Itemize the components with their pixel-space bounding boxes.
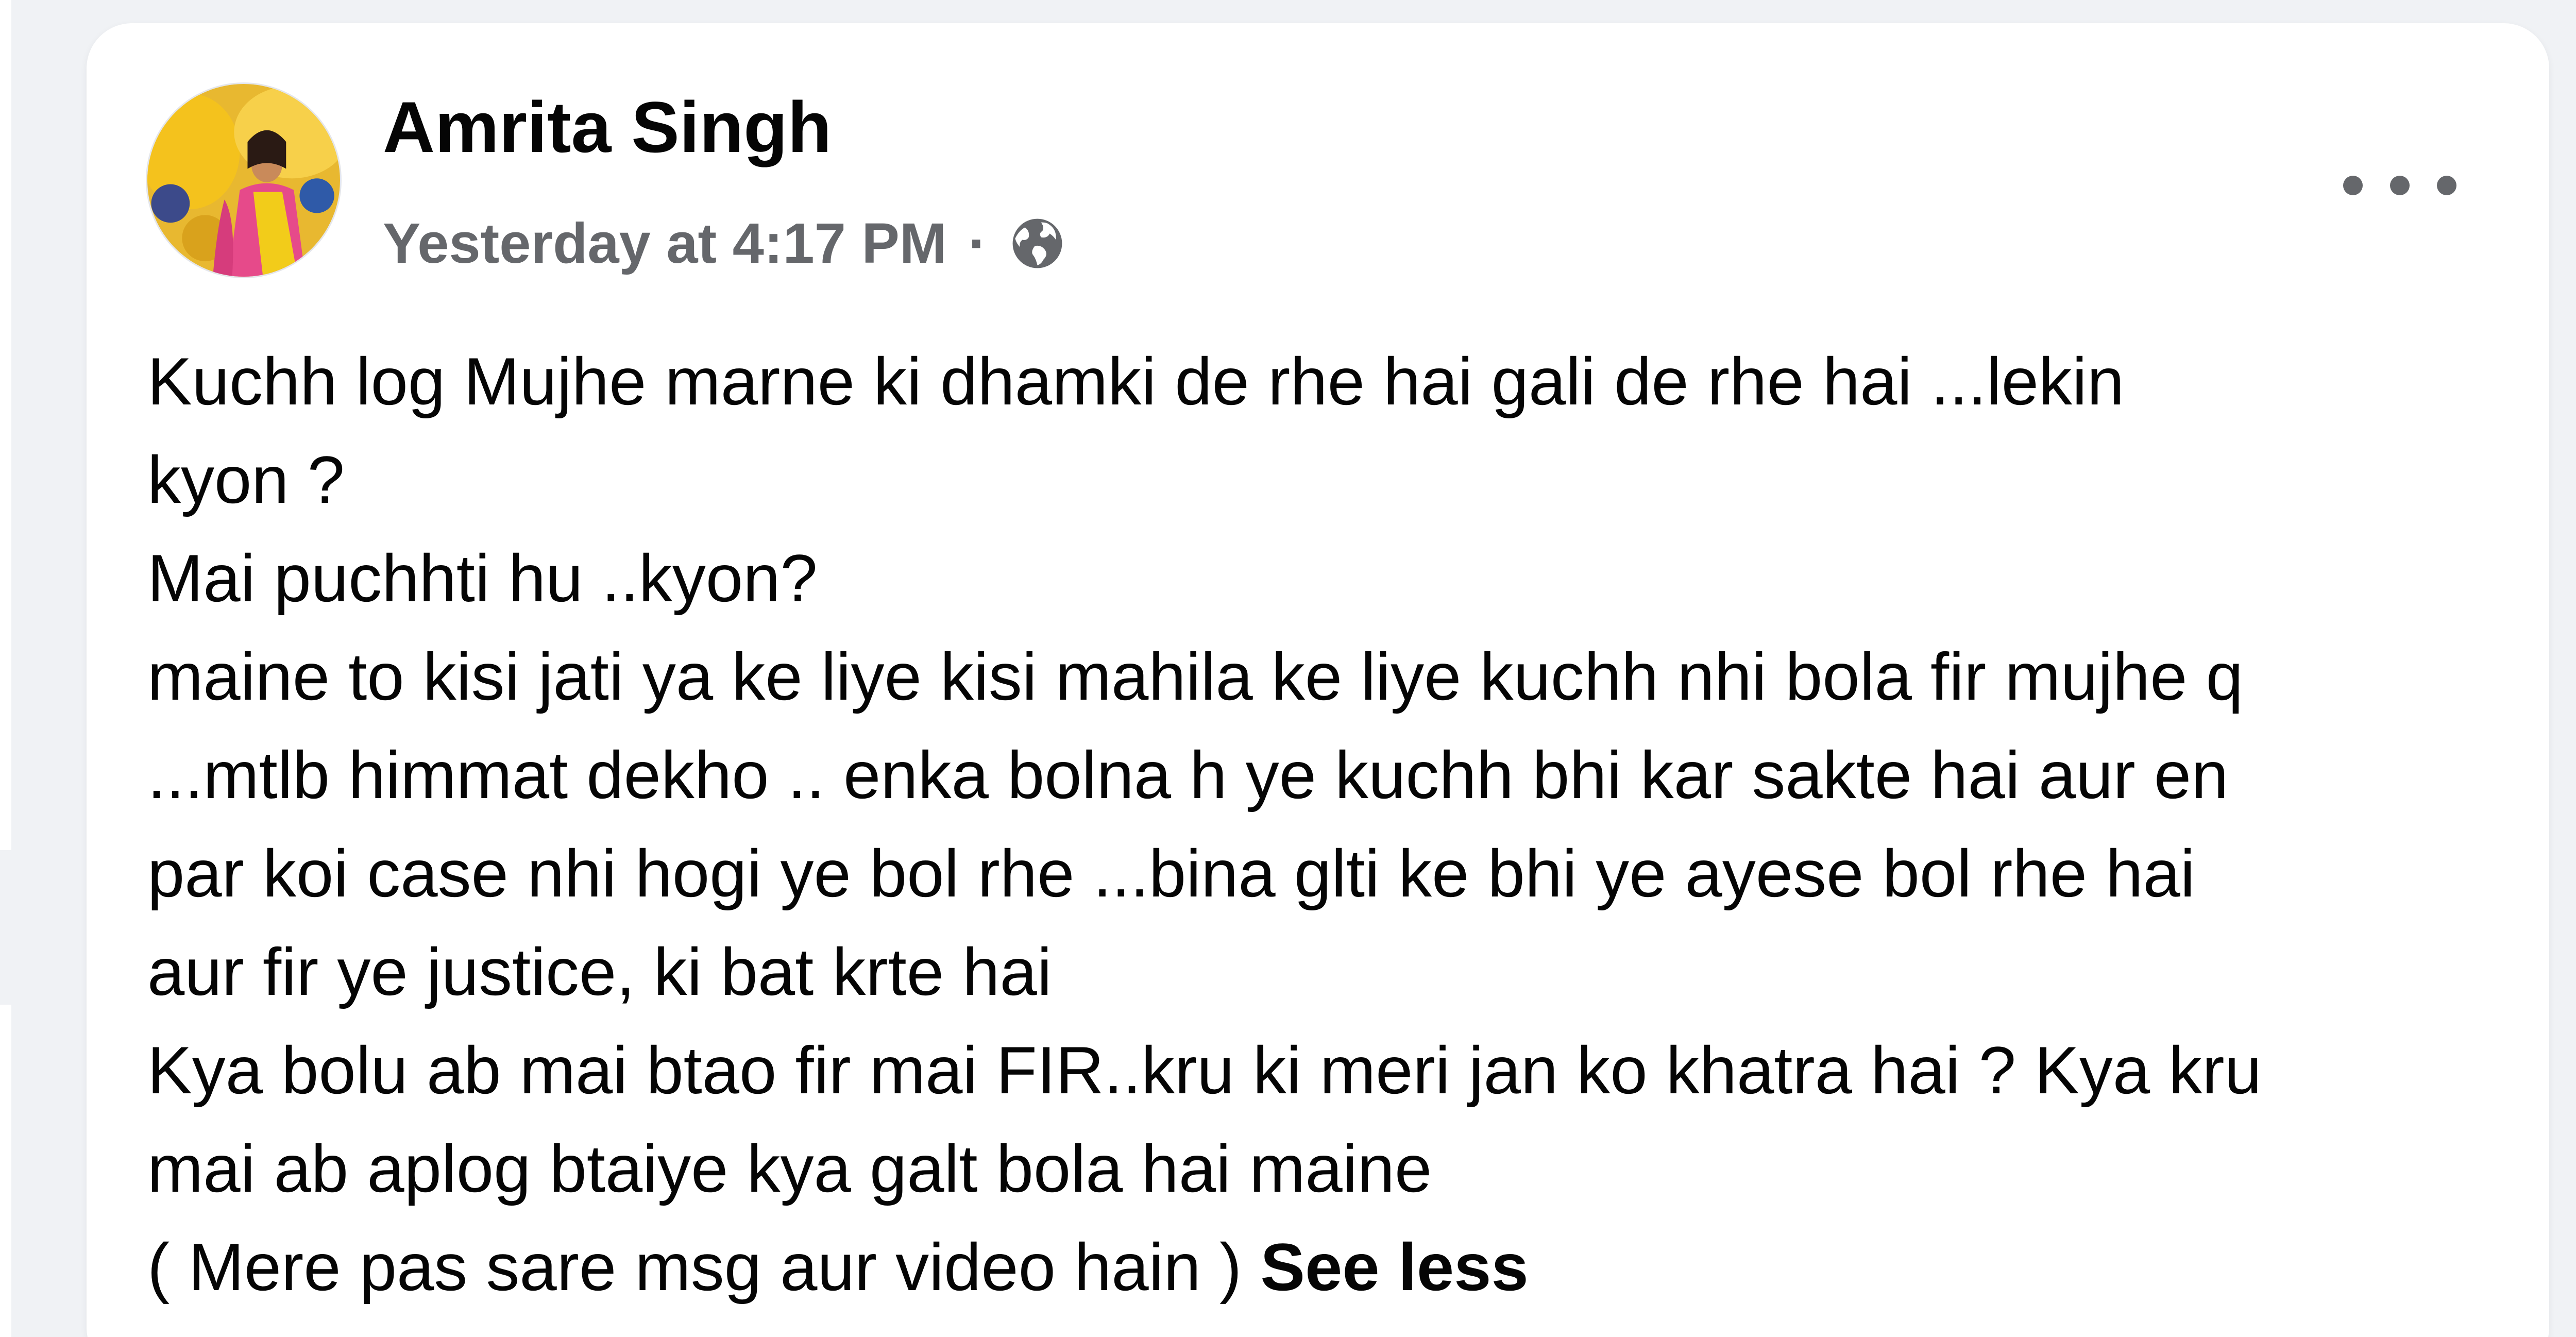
meta-separator: · xyxy=(968,211,988,275)
post-meta: Yesterday at 4:17 PM · xyxy=(383,214,1067,273)
post-text: Kuchh log Mujhe marne ki dhamki de rhe h… xyxy=(147,332,2548,1316)
post-text-last-line: ( Mere pas sare msg aur video hain ) See… xyxy=(147,1218,2548,1316)
more-options-icon[interactable] xyxy=(2343,155,2456,216)
post-text-line: mai ab aplog btaiye kya galt bola hai ma… xyxy=(147,1131,1432,1206)
post-text-line: par koi case nhi hogi ye bol rhe ...bina… xyxy=(147,836,2195,911)
globe-icon[interactable] xyxy=(1008,214,1067,273)
more-dot xyxy=(2343,176,2363,195)
author-name[interactable]: Amrita Singh xyxy=(383,88,832,167)
post-text-line: kyon ? xyxy=(147,442,345,517)
post-timestamp[interactable]: Yesterday at 4:17 PM xyxy=(383,215,946,272)
author-avatar[interactable] xyxy=(146,82,342,278)
post-card: Amrita Singh Yesterday at 4:17 PM · Kuch… xyxy=(87,23,2549,1337)
adjacent-panel-gap xyxy=(0,850,11,1005)
post-text-line: Kuchh log Mujhe marne ki dhamki de rhe h… xyxy=(147,344,2125,419)
adjacent-panel-edge xyxy=(0,0,11,1337)
more-dot xyxy=(2390,176,2410,195)
post-text-line: maine to kisi jati ya ke liye kisi mahil… xyxy=(147,639,2243,714)
post-text-line: ( Mere pas sare msg aur video hain ) xyxy=(147,1229,1261,1305)
more-dot xyxy=(2437,176,2456,195)
post-text-line: ...mtlb himmat dekho .. enka bolna h ye … xyxy=(147,737,2229,813)
see-less-link[interactable]: See less xyxy=(1260,1229,1528,1305)
avatar-photo xyxy=(147,84,340,277)
post-text-line: Mai puchhti hu ..kyon? xyxy=(147,540,818,616)
post-text-line: aur fir ye justice, ki bat krte hai xyxy=(147,934,1052,1009)
post-text-line: Kya bolu ab mai btao fir mai FIR..kru ki… xyxy=(147,1033,2262,1108)
